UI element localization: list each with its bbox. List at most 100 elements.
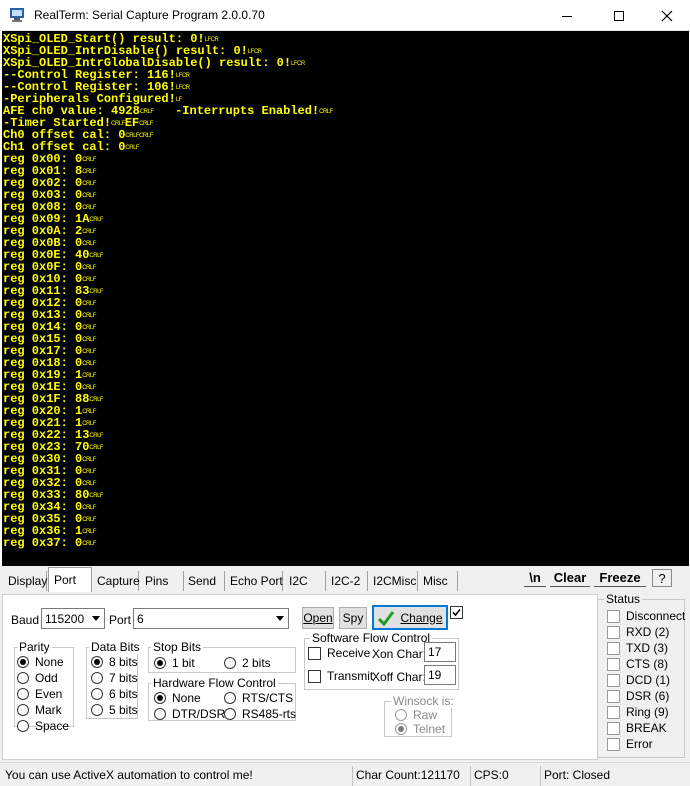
status-disconnect[interactable]: Disconnect — [607, 609, 685, 623]
port-panel: Baud 115200 Port 6 Open Spy Change Parit… — [0, 592, 690, 762]
hw-flow-dtr-radio[interactable]: DTR/DSR — [154, 707, 225, 721]
data-bits-group: Data Bits 8 bits 7 bits 6 bits 5 bits — [86, 640, 142, 719]
status-cts: CTS (8) — [607, 657, 668, 671]
stop-bits-title: Stop Bits — [151, 640, 204, 654]
status-dcd-label: DCD (1) — [626, 673, 670, 687]
status-indicator-icon — [607, 689, 620, 703]
data-bits-6-radio[interactable]: 6 bits — [91, 687, 138, 701]
hw-flow-none-radio[interactable]: None — [154, 691, 201, 705]
terminal-output[interactable]: XSpi_OLED_Start() result: 0!LFCR XSpi_OLE… — [2, 31, 689, 566]
minimize-button[interactable] — [544, 0, 590, 31]
help-button[interactable]: ? — [652, 569, 672, 587]
hw-flow-rts-radio[interactable]: RTS/CTS — [224, 691, 293, 705]
status-indicator-icon — [607, 641, 620, 655]
parity-none-radio[interactable]: None — [17, 655, 64, 669]
radio-icon — [17, 704, 29, 716]
maximize-button[interactable] — [596, 0, 642, 31]
tab-echo-port[interactable]: Echo Port — [225, 571, 283, 591]
tab-i2cmisc[interactable]: I2CMisc — [368, 571, 418, 591]
hw-flow-none-label: None — [172, 691, 201, 705]
stop-bits-2-radio[interactable]: 2 bits — [224, 656, 271, 670]
radio-icon — [154, 692, 166, 704]
tab-port[interactable]: Port — [48, 567, 92, 593]
status-break[interactable]: BREAK — [607, 721, 667, 735]
port-label: Port — [109, 613, 132, 627]
control-char-marker: CRLF — [319, 109, 333, 115]
parity-mark-label: Mark — [35, 703, 62, 717]
checkbox-icon — [308, 669, 321, 683]
port-settings: Baud 115200 Port 6 Open Spy Change Parit… — [2, 594, 598, 760]
sw-flow-transmit-checkbox[interactable]: Transmit — [308, 669, 373, 683]
radio-icon — [17, 688, 29, 700]
data-bits-title: Data Bits — [89, 640, 142, 654]
status-txd-label: TXD (3) — [626, 641, 668, 655]
control-char-marker: CRLF — [139, 121, 153, 127]
radio-icon — [17, 720, 29, 732]
data-bits-5-label: 5 bits — [109, 703, 138, 717]
control-char-marker: CRLF — [82, 505, 96, 511]
data-bits-5-radio[interactable]: 5 bits — [91, 703, 138, 717]
parity-even-radio[interactable]: Even — [17, 687, 62, 701]
radio-icon — [224, 692, 236, 704]
data-bits-7-radio[interactable]: 7 bits — [91, 671, 138, 685]
xoff-input[interactable]: 19 — [424, 665, 456, 685]
baud-select[interactable]: 115200 — [41, 608, 105, 629]
parity-title: Parity — [17, 640, 52, 654]
change-button[interactable]: Change — [372, 605, 448, 630]
tab-send[interactable]: Send — [183, 571, 225, 591]
control-char-marker: CRLF — [89, 445, 104, 451]
status-bar: You can use ActiveX automation to contro… — [0, 762, 690, 786]
newline-button[interactable]: \n — [524, 569, 546, 587]
tab-misc[interactable]: Misc — [418, 571, 458, 591]
clear-button[interactable]: Clear — [550, 569, 590, 587]
xon-input[interactable]: 17 — [424, 642, 456, 662]
control-char-marker: CRLF — [82, 169, 96, 175]
port-select[interactable]: 6 — [133, 608, 289, 629]
hw-flow-group: Hardware Flow Control None RTS/CTS DTR/D… — [148, 676, 296, 721]
title-bar: RealTerm: Serial Capture Program 2.0.0.7… — [0, 0, 690, 31]
sw-flow-receive-checkbox[interactable]: Receive — [308, 646, 370, 660]
control-char-marker: CRLF — [82, 421, 96, 427]
open-button[interactable]: Open — [302, 607, 334, 629]
winsock-telnet-radio[interactable]: Telnet — [395, 722, 445, 736]
change-checkbox[interactable] — [450, 606, 463, 619]
radio-icon — [154, 708, 166, 720]
control-char-marker: CRLF — [82, 241, 96, 247]
hw-flow-rs485-label: RS485-rts — [242, 707, 297, 721]
tab-capture[interactable]: Capture — [92, 571, 140, 591]
radio-icon — [224, 708, 236, 720]
control-char-marker: LFCR — [175, 85, 190, 91]
stop-bits-1-radio[interactable]: 1 bit — [154, 656, 195, 670]
control-char-marker: LFCR — [204, 37, 219, 43]
parity-odd-radio[interactable]: Odd — [17, 671, 58, 685]
data-bits-8-radio[interactable]: 8 bits — [91, 655, 138, 669]
close-button[interactable] — [644, 0, 690, 31]
terminal-line: reg 0x37: 0CRLF — [3, 537, 333, 549]
freeze-button[interactable]: Freeze — [594, 569, 646, 587]
parity-mark-radio[interactable]: Mark — [17, 703, 62, 717]
spy-button[interactable]: Spy — [339, 607, 367, 629]
checkbox-icon — [308, 646, 321, 660]
cps-readout: CPS:0 — [470, 766, 540, 786]
control-char-marker: CRLF — [125, 145, 140, 151]
tab-pins[interactable]: Pins — [140, 571, 184, 591]
tab-i2c-2[interactable]: I2C-2 — [326, 571, 368, 591]
control-char-marker: LFCR — [175, 73, 190, 79]
parity-group: Parity None Odd Even Mark Space — [14, 640, 74, 733]
tab-display[interactable]: Display — [3, 571, 47, 591]
tab-i2c[interactable]: I2C — [284, 571, 326, 591]
radio-icon — [91, 704, 103, 716]
minimize-icon — [562, 15, 572, 17]
parity-space-radio[interactable]: Space — [17, 719, 69, 733]
stop-bits-group: Stop Bits 1 bit 2 bits — [148, 640, 296, 673]
parity-even-label: Even — [35, 687, 63, 701]
hw-flow-rs485-radio[interactable]: RS485-rts — [224, 707, 296, 721]
control-char-marker: CRLF — [82, 265, 96, 271]
data-bits-6-label: 6 bits — [109, 687, 138, 701]
change-button-label: Change — [400, 610, 443, 625]
status-indicator-icon — [607, 705, 620, 719]
status-indicator-icon — [607, 737, 620, 751]
control-char-marker: CRLF — [82, 325, 96, 331]
winsock-raw-radio[interactable]: Raw — [395, 708, 437, 722]
radio-icon — [224, 657, 236, 669]
